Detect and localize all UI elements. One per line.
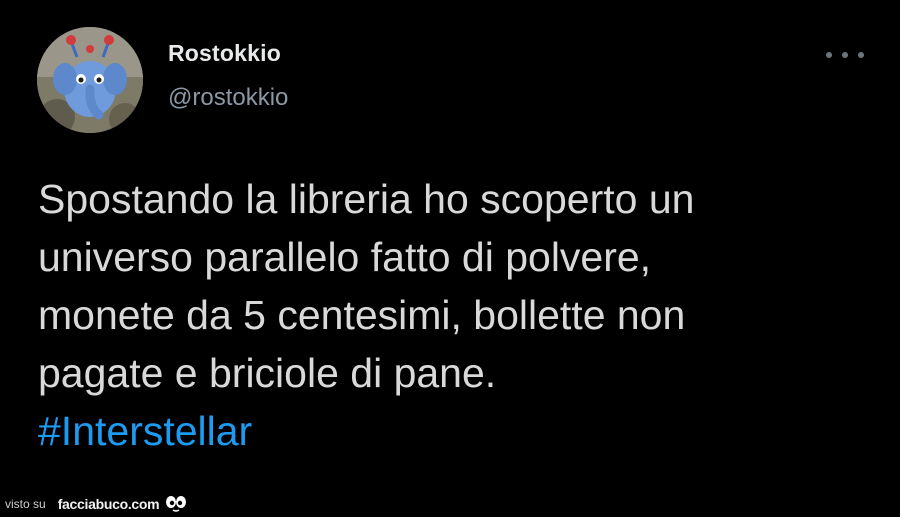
tweet-card: Rostokkio @rostokkio Spostando la librer… [0,0,900,517]
author-display-name[interactable]: Rostokkio [168,40,281,67]
tweet-text-line: universo parallelo fatto di polvere, [38,234,652,280]
site-name: facciabuco.com [57,496,160,512]
tweet-text: Spostando la libreria ho scoperto un uni… [38,170,868,460]
more-options-icon[interactable] [826,45,864,65]
author-handle[interactable]: @rostokkio [168,84,288,112]
dot [826,52,832,58]
facciabuco-eyes-logo-icon [166,496,187,512]
cartoon-elephant-avatar-icon [37,27,143,133]
dot [858,52,864,58]
hashtag-link[interactable]: #Interstellar [38,402,868,460]
visto-su-label: visto su [5,497,46,511]
watermark: visto su facciabuco.com [5,494,187,514]
avatar[interactable] [37,27,143,133]
dot [842,52,848,58]
tweet-text-line: Spostando la libreria ho scoperto un [38,176,695,222]
tweet-text-line: pagate e briciole di pane. [38,350,497,396]
tweet-text-line: monete da 5 centesimi, bollette non [38,292,686,338]
